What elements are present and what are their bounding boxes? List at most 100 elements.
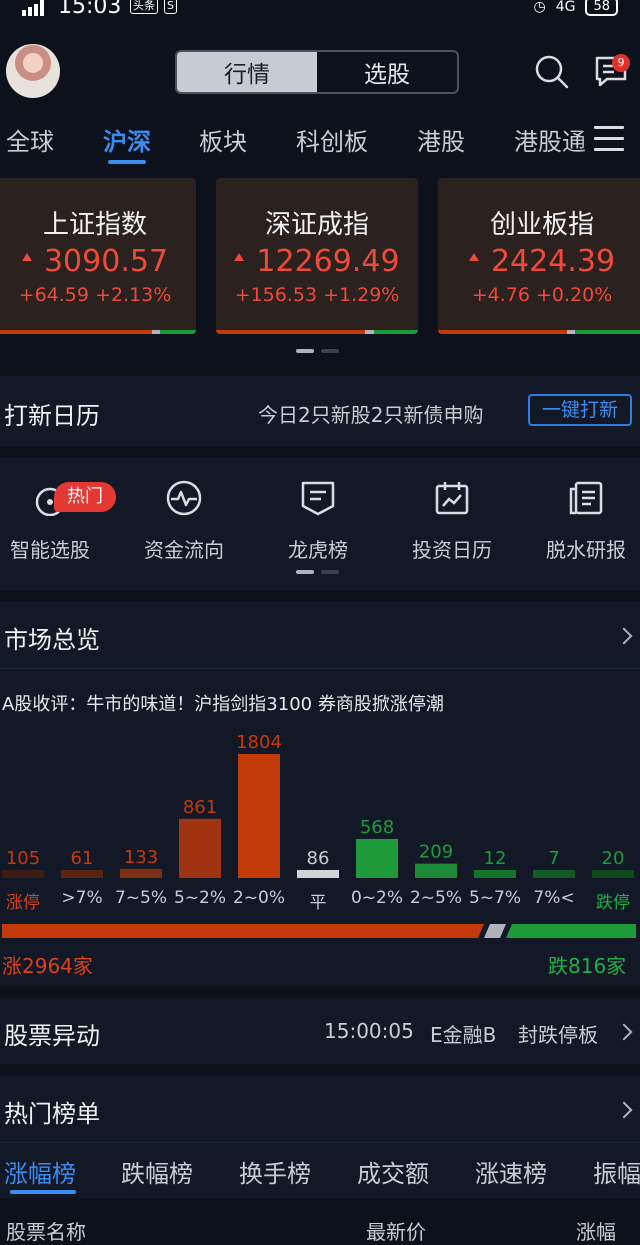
bar-value-label: 1804 bbox=[236, 732, 282, 753]
up-arrow-icon bbox=[21, 252, 32, 261]
bar-category-label: 涨停 bbox=[6, 893, 40, 913]
bar-value-label: 209 bbox=[419, 842, 453, 863]
index-value: 3090.57 bbox=[43, 244, 169, 279]
bar-category-label: 跌停 bbox=[596, 893, 630, 913]
ipo-summary: 今日2只新股2只新债申购 bbox=[258, 403, 484, 427]
tab-global[interactable]: 全球 bbox=[6, 122, 54, 157]
chevron-right-icon bbox=[615, 1023, 633, 1041]
market-tabs: 全球 沪深 板块 科创板 港股 港股通 bbox=[0, 118, 640, 164]
col-change-pct[interactable]: 涨幅 bbox=[576, 1216, 616, 1245]
hot-list-header[interactable]: 热门榜单 bbox=[0, 1076, 640, 1142]
report-icon bbox=[569, 481, 603, 515]
up-down-ratio-bar bbox=[2, 924, 636, 938]
hot-list-table-header: 股票名称 最新价 涨幅 bbox=[0, 1198, 640, 1244]
bar-category-label: 0~2% bbox=[350, 888, 404, 908]
col-stock-name: 股票名称 bbox=[6, 1220, 86, 1244]
dragon-tiger-list-icon bbox=[301, 481, 335, 516]
tab-speed[interactable]: 涨速榜 bbox=[475, 1154, 547, 1189]
bar-value-label: 12 bbox=[484, 848, 507, 869]
seg-tab-quotes[interactable]: 行情 bbox=[177, 52, 317, 92]
chevron-right-icon bbox=[615, 627, 633, 645]
market-headline[interactable]: A股收评：牛市的味道！沪指剑指3100 券商股掀涨停潮 bbox=[2, 690, 444, 716]
network-type: 4G bbox=[555, 0, 576, 15]
bar-2 bbox=[120, 868, 162, 878]
tool-dragon-tiger-list[interactable]: 龙虎榜 bbox=[258, 480, 378, 563]
tab-star-market[interactable]: 科创板 bbox=[296, 122, 368, 157]
index-breadth-bar bbox=[216, 330, 418, 334]
bar-8 bbox=[474, 870, 516, 878]
market-overview-title: 市场总览 bbox=[4, 626, 100, 654]
bar-value-label: 568 bbox=[360, 817, 394, 838]
index-name: 上证指数 bbox=[42, 210, 147, 240]
bar-value-label: 105 bbox=[6, 848, 40, 869]
bar-category-label: 7%< bbox=[533, 888, 575, 908]
index-value: 12269.49 bbox=[256, 244, 400, 279]
ipo-title: 打新日历 bbox=[4, 402, 100, 430]
bar-value-label: 61 bbox=[71, 848, 94, 869]
bar-category-label: 5~7% bbox=[468, 888, 522, 908]
tab-hk-connect[interactable]: 港股通 bbox=[514, 122, 586, 157]
tool-fund-flow[interactable]: 资金流向 bbox=[124, 480, 244, 563]
tab-amplitude[interactable]: 振幅 bbox=[593, 1154, 640, 1189]
tool-label: 资金流向 bbox=[144, 538, 224, 562]
index-name: 创业板指 bbox=[489, 210, 594, 240]
index-card-sse[interactable]: 上证指数 3090.57 +64.59 +2.13% bbox=[0, 178, 196, 334]
tab-hk-stocks[interactable]: 港股 bbox=[417, 122, 465, 157]
hot-list-title: 热门榜单 bbox=[4, 1100, 100, 1128]
bar-category-label: 平 bbox=[309, 893, 327, 913]
one-click-subscribe-button[interactable]: 一键打新 bbox=[528, 394, 632, 426]
bar-10 bbox=[592, 870, 634, 878]
stock-alert-event: 封跌停板 bbox=[518, 1023, 598, 1047]
search-icon[interactable] bbox=[534, 54, 570, 90]
up-arrow-icon bbox=[468, 252, 479, 261]
col-latest-price[interactable]: 最新价 bbox=[366, 1216, 426, 1245]
tool-research-reports[interactable]: 脱水研报 bbox=[526, 480, 640, 563]
bar-7 bbox=[415, 863, 457, 878]
seg-tab-stock-picker[interactable]: 选股 bbox=[317, 52, 457, 92]
tool-label: 脱水研报 bbox=[546, 538, 626, 562]
tool-label: 投资日历 bbox=[412, 538, 492, 562]
index-change: +4.76 +0.20% bbox=[471, 284, 613, 306]
bar-category-label: 5~2% bbox=[173, 888, 227, 908]
active-tab-indicator bbox=[108, 160, 146, 164]
tab-turnover-rate[interactable]: 换手榜 bbox=[239, 1154, 311, 1189]
battery-level: 58 bbox=[585, 0, 618, 16]
tab-shanghai-shenzhen[interactable]: 沪深 bbox=[103, 122, 151, 157]
active-tab-indicator bbox=[10, 1190, 76, 1194]
menu-icon[interactable] bbox=[580, 120, 640, 160]
bar-category-label: 2~5% bbox=[409, 888, 463, 908]
stock-alert-section[interactable]: 股票异动 15:00:05 E金融B 封跌停板 bbox=[0, 998, 640, 1064]
stock-alert-stock: E金融B bbox=[430, 1023, 497, 1047]
calendar-chart-icon bbox=[435, 482, 469, 515]
tab-top-losers[interactable]: 跌幅榜 bbox=[121, 1154, 193, 1189]
bar-value-label: 20 bbox=[602, 848, 625, 869]
tab-top-gainers[interactable]: 涨幅榜 bbox=[4, 1154, 76, 1189]
decliners-count: 跌816家 bbox=[548, 954, 627, 978]
down-ratio-segment bbox=[506, 924, 636, 938]
user-avatar[interactable] bbox=[6, 44, 60, 98]
bar-value-label: 7 bbox=[548, 848, 559, 869]
bar-category-label: 7~5% bbox=[114, 888, 168, 908]
up-ratio-segment bbox=[2, 924, 484, 938]
toutiao-notification-icon: 头条 bbox=[130, 0, 158, 14]
index-breadth-bar bbox=[438, 330, 640, 334]
hot-badge: 热门 bbox=[54, 482, 116, 512]
bar-category-label: 2~0% bbox=[232, 888, 286, 908]
bar-3 bbox=[179, 818, 221, 878]
market-overview-header[interactable]: 市场总览 bbox=[0, 602, 640, 668]
tool-label: 智能选股 bbox=[10, 538, 90, 562]
up-arrow-icon bbox=[234, 252, 245, 261]
bar-value-label: 133 bbox=[124, 847, 158, 868]
index-card-chinext[interactable]: 创业板指 2424.39 +4.76 +0.20% bbox=[438, 178, 640, 334]
signal-icon bbox=[22, 0, 48, 16]
tool-investment-calendar[interactable]: 投资日历 bbox=[392, 480, 512, 563]
tab-trading-value[interactable]: 成交额 bbox=[357, 1154, 429, 1189]
index-card-szse[interactable]: 深证成指 12269.49 +156.53 +1.29% bbox=[216, 178, 418, 334]
bar-value-label: 86 bbox=[307, 848, 330, 869]
tab-sectors[interactable]: 板块 bbox=[199, 122, 247, 157]
bar-6 bbox=[356, 838, 398, 878]
stock-alert-title: 股票异动 bbox=[4, 1022, 100, 1050]
s-notification-icon: S bbox=[164, 0, 177, 14]
chevron-right-icon bbox=[615, 1101, 633, 1119]
index-change: +64.59 +2.13% bbox=[18, 284, 172, 306]
